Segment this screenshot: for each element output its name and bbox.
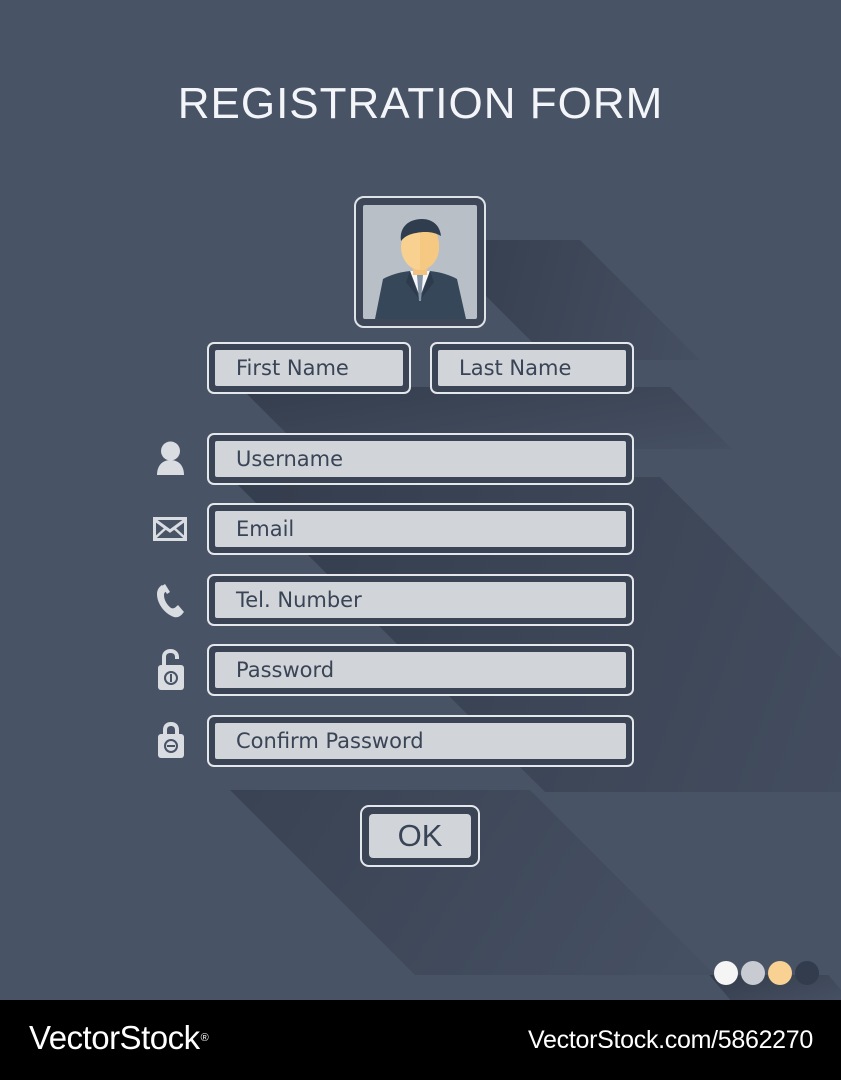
username-input[interactable]: Username [215, 441, 626, 477]
image-id: VectorStock.com/5862270 [528, 1026, 813, 1054]
password-input[interactable]: Password [215, 652, 626, 688]
ok-button-frame[interactable]: OK [360, 805, 480, 867]
first-name-field[interactable]: First Name [207, 342, 411, 394]
username-field[interactable]: Username [207, 433, 634, 485]
profile-photo-frame[interactable] [354, 196, 486, 328]
locked-padlock-icon [158, 722, 184, 758]
user-icon [157, 441, 184, 475]
vectorstock-footer: VectorStock® VectorStock.com/5862270 [0, 1000, 841, 1080]
light-gray-swatch [741, 961, 765, 985]
user-avatar-icon [375, 219, 466, 319]
page-title: REGISTRATION FORM [177, 79, 664, 128]
registered-mark: ® [200, 1032, 209, 1044]
confirm-password-input[interactable]: Confirm Password [215, 723, 626, 759]
vectorstock-brand: VectorStock® [29, 1014, 209, 1062]
email-field[interactable]: Email [207, 503, 634, 555]
password-field[interactable]: Password [207, 644, 634, 696]
unlocked-padlock-icon [158, 649, 184, 690]
tel-number-field[interactable]: Tel. Number [207, 574, 634, 626]
registration-form-canvas: REGISTRATION FORM First Name Last Name U… [0, 0, 841, 1000]
profile-photo [363, 205, 477, 319]
brand-name: VectorStock [29, 1019, 200, 1056]
ok-button[interactable]: OK [369, 814, 471, 858]
envelope-icon [153, 517, 187, 541]
tel-number-input[interactable]: Tel. Number [215, 582, 626, 618]
confirm-password-field[interactable]: Confirm Password [207, 715, 634, 767]
dark-slate-swatch [795, 961, 819, 985]
phone-icon [157, 584, 184, 618]
first-name-input[interactable]: First Name [215, 350, 403, 386]
last-name-field[interactable]: Last Name [430, 342, 634, 394]
white-swatch [714, 961, 738, 985]
last-name-input[interactable]: Last Name [438, 350, 626, 386]
email-input[interactable]: Email [215, 511, 626, 547]
peach-swatch [768, 961, 792, 985]
